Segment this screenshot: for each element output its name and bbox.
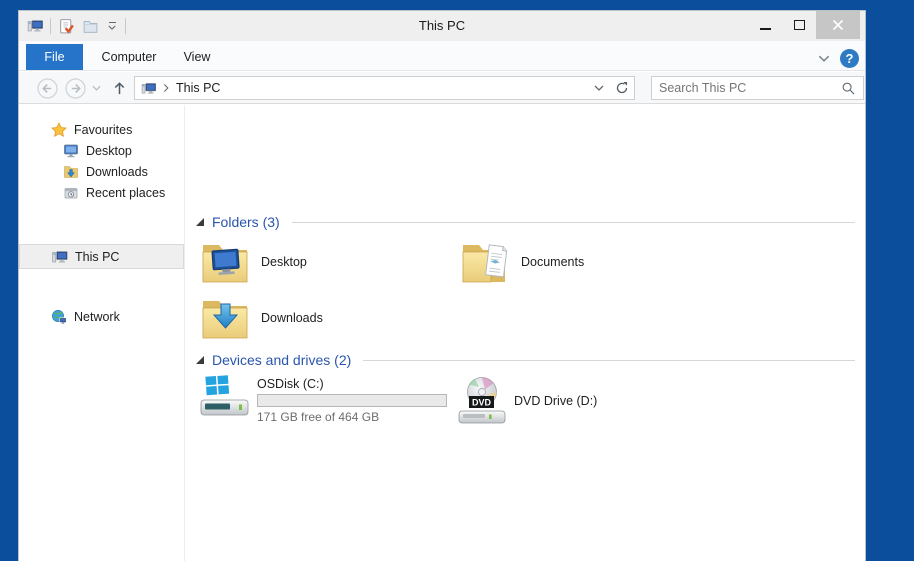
folder-tile-downloads[interactable]: Downloads xyxy=(201,291,451,345)
group-header-label: Devices and drives (2) xyxy=(212,352,351,368)
ribbon-collapse-icon[interactable] xyxy=(818,55,830,62)
dvd-badge: DVD xyxy=(472,398,492,408)
tab-computer[interactable]: Computer xyxy=(91,44,167,70)
search-icon[interactable] xyxy=(841,81,856,96)
sidebar-item-downloads[interactable]: Downloads xyxy=(19,161,184,182)
collapse-triangle-icon xyxy=(196,218,204,226)
sidebar-item-this-pc[interactable]: This PC xyxy=(19,244,184,269)
folder-tile-documents[interactable]: Documents xyxy=(461,235,711,289)
sidebar-item-label: Network xyxy=(74,310,120,324)
search-box[interactable] xyxy=(651,76,864,100)
group-header-rule xyxy=(363,360,855,361)
sidebar-item-recent-places[interactable]: Recent places xyxy=(19,182,184,203)
tile-label: Documents xyxy=(521,255,584,269)
up-icon[interactable] xyxy=(109,78,129,98)
drive-label: DVD Drive (D:) xyxy=(514,394,597,408)
collapse-triangle-icon xyxy=(196,356,204,364)
sidebar-item-network[interactable]: Network xyxy=(19,306,184,327)
breadcrumb-arrow-icon[interactable] xyxy=(163,83,170,93)
minimize-button[interactable] xyxy=(748,11,782,39)
tab-file[interactable]: File xyxy=(26,44,83,70)
favourites-star-icon xyxy=(51,122,67,138)
maximize-icon xyxy=(794,20,805,30)
navigation-bar: This PC xyxy=(19,72,865,104)
refresh-icon xyxy=(615,81,629,95)
close-icon xyxy=(832,19,844,31)
close-button[interactable] xyxy=(816,11,860,39)
sidebar-item-favourites[interactable]: Favourites xyxy=(19,119,184,140)
file-list-area: Folders (3) Desktop xyxy=(186,105,865,561)
computer-icon xyxy=(141,81,157,96)
history-chevron-icon[interactable] xyxy=(92,85,101,91)
forward-icon[interactable] xyxy=(65,78,86,99)
sidebar-item-label: This PC xyxy=(75,250,119,264)
explorer-window: This PC File Computer View ? xyxy=(18,10,866,561)
desktop-folder-icon xyxy=(201,238,249,286)
hard-drive-icon xyxy=(199,371,251,423)
drive-tile-osdisk[interactable]: OSDisk (C:) 171 GB free of 464 GB xyxy=(199,371,469,429)
tab-view[interactable]: View xyxy=(169,44,225,70)
address-bar[interactable]: This PC xyxy=(134,76,611,100)
back-icon[interactable] xyxy=(37,78,58,99)
downloads-icon xyxy=(63,164,79,180)
sidebar-item-desktop[interactable]: Desktop xyxy=(19,140,184,161)
sidebar-item-label: Favourites xyxy=(74,123,132,137)
tile-label: Desktop xyxy=(261,255,307,269)
ribbon-tab-bar: File Computer View ? xyxy=(19,41,865,71)
group-header-label: Folders (3) xyxy=(212,214,280,230)
desktop-icon xyxy=(63,143,79,159)
network-icon xyxy=(51,309,67,325)
drive-label: OSDisk (C:) xyxy=(257,377,447,391)
breadcrumb-location[interactable]: This PC xyxy=(176,81,220,95)
minimize-icon xyxy=(760,28,771,30)
maximize-button[interactable] xyxy=(782,11,816,39)
group-header-folders[interactable]: Folders (3) xyxy=(196,213,855,231)
drive-tile-dvd[interactable]: DVD DVD Drive (D:) xyxy=(456,373,666,429)
sidebar-item-label: Recent places xyxy=(86,186,165,200)
window-title: This PC xyxy=(19,11,865,41)
address-dropdown-icon[interactable] xyxy=(594,85,604,91)
group-header-rule xyxy=(292,222,855,223)
title-bar[interactable]: This PC xyxy=(19,11,865,41)
folder-tile-desktop[interactable]: Desktop xyxy=(201,235,451,289)
group-header-devices[interactable]: Devices and drives (2) xyxy=(196,351,855,369)
recent-places-icon xyxy=(63,185,79,201)
downloads-folder-icon xyxy=(201,294,249,342)
sidebar-item-label: Downloads xyxy=(86,165,148,179)
capacity-bar xyxy=(257,394,447,407)
sidebar-item-label: Desktop xyxy=(86,144,132,158)
help-icon[interactable]: ? xyxy=(840,49,859,68)
documents-folder-icon xyxy=(461,238,509,286)
refresh-button[interactable] xyxy=(610,76,635,100)
tile-label: Downloads xyxy=(261,311,323,325)
this-pc-icon xyxy=(52,249,68,265)
search-input[interactable] xyxy=(659,81,841,95)
capacity-text: 171 GB free of 464 GB xyxy=(257,410,447,424)
navigation-pane: Favourites Desktop Downloads Recent plac… xyxy=(19,105,185,561)
dvd-drive-icon: DVD xyxy=(456,375,508,427)
